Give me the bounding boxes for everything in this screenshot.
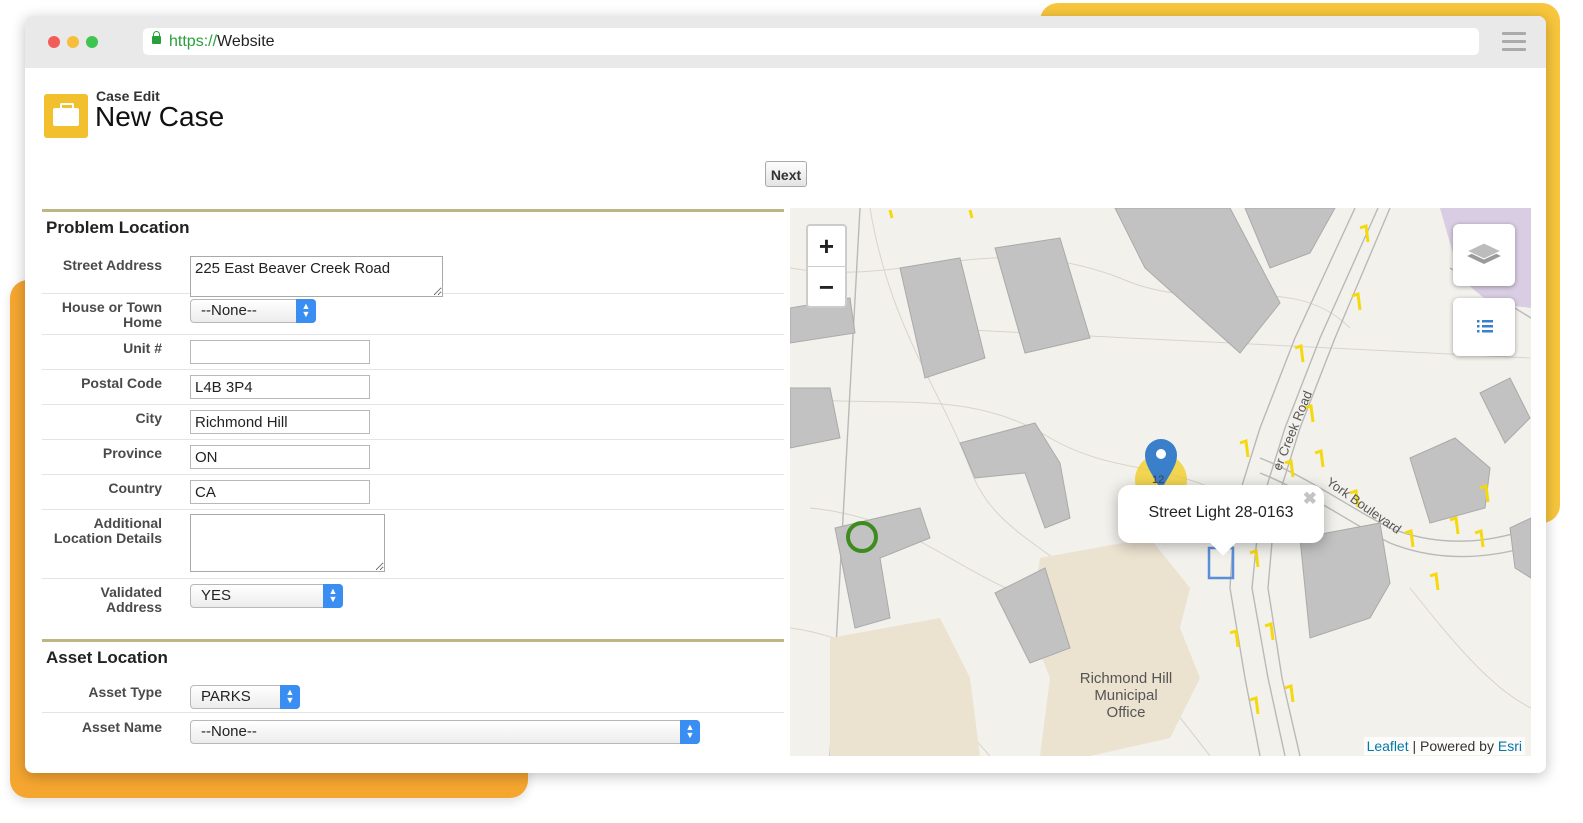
city-input[interactable] — [190, 410, 370, 434]
map-view[interactable]: + − 12 er Creek Road York Boulevard Rich… — [790, 208, 1531, 756]
street-address-row: Street Address 225 East Beaver Creek Roa… — [42, 242, 784, 297]
browser-toolbar: https://Website — [25, 16, 1546, 68]
esri-link[interactable]: Esri — [1498, 738, 1522, 754]
postal-code-row: Postal Code — [42, 370, 784, 405]
country-input[interactable] — [190, 480, 370, 504]
zoom-out-button[interactable]: − — [808, 267, 845, 307]
province-label: Province — [102, 445, 162, 461]
list-icon — [1477, 320, 1493, 333]
problem-location-header: Problem Location — [42, 209, 784, 242]
additional-details-row: Additional Location Details — [42, 510, 784, 579]
street-light-popup: Street Light 28-0163 ✖ — [1118, 485, 1324, 556]
asset-type-label: Asset Type — [88, 684, 162, 700]
street-address-label: Street Address — [62, 257, 162, 273]
house-type-row: House or Town Home --None-- ▲ ▼ — [42, 294, 784, 335]
leaflet-link[interactable]: Leaflet — [1367, 738, 1409, 754]
map-attribution: Leaflet | Powered by Esri — [1363, 737, 1525, 755]
layers-icon — [1465, 242, 1503, 264]
postal-code-label: Postal Code — [81, 375, 162, 391]
street-address-field[interactable]: 225 East Beaver Creek Road — [190, 256, 443, 297]
house-type-select[interactable]: --None-- ▲ ▼ — [190, 299, 316, 323]
maximize-window-button[interactable] — [86, 36, 98, 48]
city-row: City — [42, 405, 784, 440]
asset-location-header: Asset Location — [42, 639, 784, 672]
country-label: Country — [108, 480, 162, 496]
asset-type-select[interactable]: PARKS ▲ ▼ — [190, 685, 300, 709]
asset-name-row: Asset Name --None-- ▲ ▼ — [42, 713, 784, 753]
province-input[interactable] — [190, 445, 370, 469]
validated-address-row: Validated Address YES ▲ ▼ — [42, 579, 784, 639]
lock-icon — [152, 31, 161, 44]
zoom-control: + − — [806, 224, 847, 308]
zoom-in-button[interactable]: + — [808, 226, 845, 267]
hamburger-menu-icon[interactable] — [1502, 32, 1526, 52]
validated-address-label: Validated Address — [100, 584, 162, 615]
minimize-window-button[interactable] — [67, 36, 79, 48]
asset-type-row: Asset Type PARKS ▲ ▼ — [42, 672, 784, 713]
browser-window: https://Website Case Edit New Case Next … — [25, 16, 1546, 773]
unit-row: Unit # — [42, 335, 784, 370]
popup-text: Street Light 28-0163 — [1148, 504, 1294, 521]
asset-name-label: Asset Name — [81, 719, 162, 735]
chevron-up-down-icon: ▲ ▼ — [323, 584, 343, 608]
building-label: Richmond Hill Municipal Office — [1079, 670, 1173, 721]
additional-details-field[interactable] — [190, 514, 385, 572]
country-row: Country — [42, 475, 784, 510]
unit-input[interactable] — [190, 340, 370, 364]
postal-code-input[interactable] — [190, 375, 370, 399]
asset-name-select[interactable]: --None-- ▲ ▼ — [190, 720, 700, 744]
legend-list-button[interactable] — [1453, 298, 1515, 356]
house-type-label: House or Town Home — [61, 299, 162, 330]
city-label: City — [135, 410, 162, 426]
url-text: https://Website — [169, 33, 275, 50]
chevron-up-down-icon: ▲ ▼ — [296, 299, 316, 323]
province-row: Province — [42, 440, 784, 475]
next-button[interactable]: Next — [765, 161, 807, 187]
case-form: Problem Location Street Address 225 East… — [42, 209, 784, 753]
briefcase-icon — [44, 94, 88, 138]
chevron-up-down-icon: ▲ ▼ — [680, 720, 700, 744]
address-bar[interactable]: https://Website — [143, 28, 1479, 55]
close-window-button[interactable] — [48, 36, 60, 48]
page-title: New Case — [95, 101, 225, 132]
unit-label: Unit # — [123, 340, 162, 356]
close-icon[interactable]: ✖ — [1303, 489, 1317, 509]
validated-address-select[interactable]: YES ▲ ▼ — [190, 584, 343, 608]
chevron-up-down-icon: ▲ ▼ — [280, 685, 300, 709]
layers-button[interactable] — [1453, 224, 1515, 286]
additional-details-label: Additional Location Details — [53, 515, 162, 546]
